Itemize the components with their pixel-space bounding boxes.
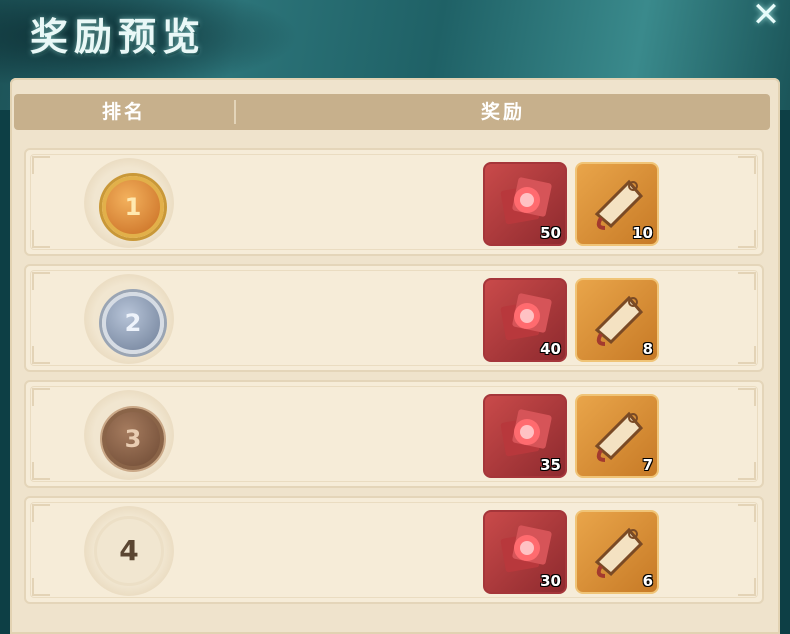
rank-number: 2 [124,309,142,337]
item-count: 10 [632,224,653,242]
token-plaque-item-icon [594,295,644,346]
rank-number: 1 [124,193,142,221]
corner-ornament [738,388,756,406]
corner-ornament [738,230,756,248]
token-plaque-item-icon [594,527,644,578]
corner-ornament [738,272,756,290]
corner-ornament [32,462,50,480]
item-count: 50 [540,224,561,242]
reward-item-token[interactable]: 10 [575,162,659,246]
item-count: 7 [642,456,653,474]
rank-badge: 3 [84,390,174,480]
corner-ornament [32,346,50,364]
rank-column-header: 排名 [101,101,146,123]
reward-item-red-gem[interactable]: 30 [483,510,567,594]
corner-ornament [32,388,50,406]
close-icon[interactable]: ✕ [748,0,784,32]
item-count: 30 [540,572,561,590]
corner-ornament [738,578,756,596]
reward-item-red-gem[interactable]: 35 [483,394,567,478]
reward-item-red-gem[interactable]: 40 [483,278,567,362]
table-header: 排名 奖励 [14,94,770,130]
rank-badge: 4 [84,506,174,596]
reward-item-red-gem[interactable]: 50 [483,162,567,246]
list-item: 2 40 8 [24,264,764,372]
reward-item-token[interactable]: 6 [575,510,659,594]
page-title: 奖励预览 [30,14,207,59]
reward-item-token[interactable]: 8 [575,278,659,362]
list-item: 4 30 6 [24,496,764,604]
reward-item-token[interactable]: 7 [575,394,659,478]
corner-ornament [32,578,50,596]
corner-ornament [738,462,756,480]
item-count: 8 [642,340,653,358]
corner-ornament [738,504,756,522]
list-item: 1 50 10 [24,148,764,256]
item-count: 35 [540,456,561,474]
corner-ornament [32,504,50,522]
corner-ornament [32,156,50,174]
corner-ornament [738,156,756,174]
corner-ornament [32,272,50,290]
token-plaque-item-icon [594,411,644,462]
rank-badge: 2 [84,274,174,364]
rank-number: 3 [124,425,142,453]
corner-ornament [738,346,756,364]
item-count: 6 [642,572,653,590]
gold-medal-icon: 1 [102,176,164,238]
silver-medal-icon: 2 [102,292,164,354]
bronze-medal-icon: 3 [102,408,164,470]
list-item: 3 35 7 [24,380,764,488]
rank-number: 4 [119,534,139,567]
reward-column-header: 奖励 [480,101,525,123]
item-count: 40 [540,340,561,358]
corner-ornament [32,230,50,248]
rank-badge: 1 [84,158,174,248]
